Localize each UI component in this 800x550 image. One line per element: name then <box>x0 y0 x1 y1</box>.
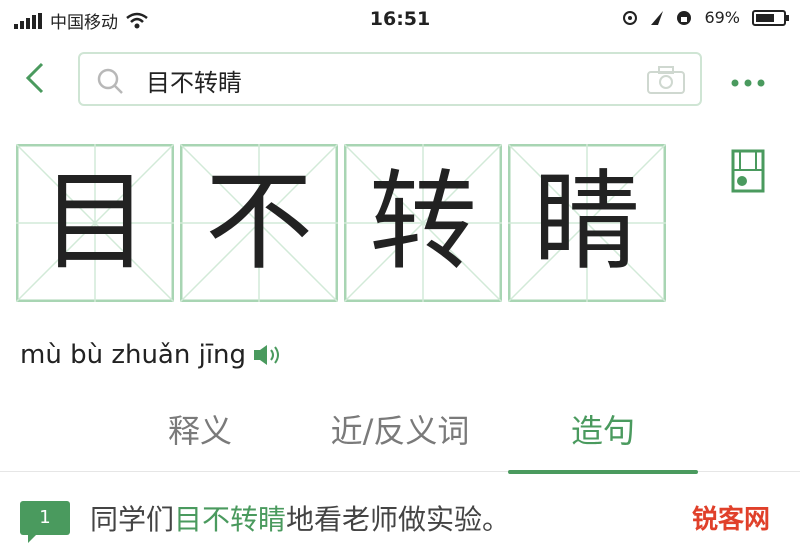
location-icon <box>623 10 638 25</box>
notebook-icon <box>731 149 765 193</box>
sentence-highlight: 目不转睛 <box>174 503 287 536</box>
battery-icon <box>752 9 789 26</box>
sentence-number-badge: 1 <box>20 501 70 543</box>
camera-icon[interactable] <box>646 65 686 95</box>
badge-label: 1 <box>39 507 51 528</box>
back-button[interactable] <box>22 60 62 100</box>
character: 睛 <box>532 160 641 285</box>
character-cell[interactable]: 睛 <box>508 144 666 302</box>
status-bar: 中国移动 16:51 69% <box>0 0 800 40</box>
battery-percent: 69% <box>704 8 740 27</box>
character: 转 <box>368 160 477 285</box>
character: 目 <box>40 160 149 285</box>
character-grid: 目 不 转 睛 <box>16 144 666 302</box>
character-cell[interactable]: 目 <box>16 144 174 302</box>
tab-label: 造句 <box>570 412 635 450</box>
sentence-after: 地看老师做实验。 <box>286 503 511 536</box>
chevron-left-icon <box>25 62 44 94</box>
lock-rotation-icon <box>677 10 692 25</box>
tab-label: 释义 <box>167 412 232 450</box>
character-cell[interactable]: 转 <box>344 144 502 302</box>
status-right: 69% <box>622 8 789 27</box>
search-input[interactable] <box>146 62 616 98</box>
bookmark-button[interactable] <box>730 148 766 198</box>
watermark: 锐客网 <box>691 505 770 535</box>
tab-bar: 释义 近/反义词 造句 <box>0 398 800 474</box>
character: 不 <box>204 160 313 285</box>
tab-synonyms-antonyms[interactable]: 近/反义词 <box>300 406 500 466</box>
character-cell[interactable]: 不 <box>180 144 338 302</box>
sentence-before: 同学们 <box>90 503 175 536</box>
search-icon <box>97 68 123 94</box>
sentence-text: 同学们目不转睛地看老师做实验。 <box>90 498 510 538</box>
active-tab-indicator <box>508 470 698 474</box>
tab-sentences[interactable]: 造句 <box>508 406 698 474</box>
pinyin-text: mù bù zhuǎn jīng <box>20 340 247 370</box>
tab-label: 近/反义词 <box>330 412 470 450</box>
more-button[interactable] <box>730 62 766 95</box>
speaker-icon[interactable] <box>252 342 284 368</box>
alarm-icon <box>651 10 664 25</box>
example-sentence: 1 同学们目不转睛地看老师做实验。 <box>20 498 510 543</box>
pinyin-row: mù bù zhuǎn jīng <box>20 340 284 370</box>
search-box[interactable] <box>78 52 702 106</box>
tab-definition[interactable]: 释义 <box>130 406 270 466</box>
more-dots-icon <box>731 79 765 87</box>
